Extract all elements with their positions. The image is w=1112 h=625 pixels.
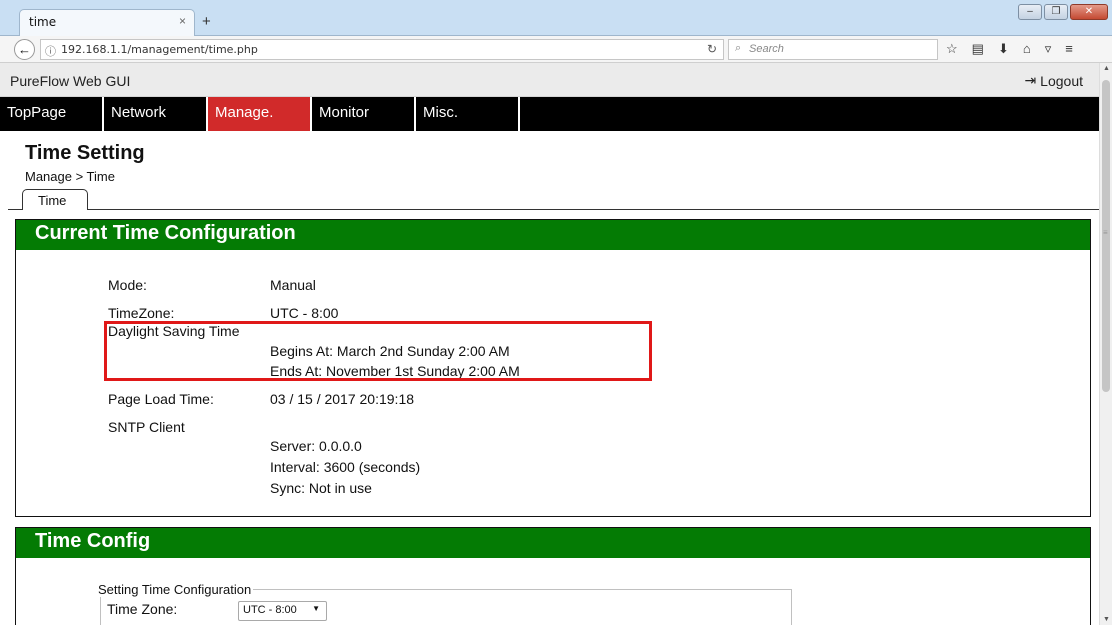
pocket-icon[interactable]: ▿ [1045,41,1052,57]
scroll-grip-icon: ≡ [1103,228,1108,237]
close-tab-icon[interactable]: × [179,14,186,28]
pageload-label: Page Load Time: [108,391,214,407]
menu-icon[interactable]: ≡ [1065,41,1073,57]
breadcrumb: Manage > Time [25,169,115,184]
tab-title: time [29,15,57,29]
info-icon[interactable]: ⓘ [45,43,56,59]
menu-item-network[interactable]: Network [104,97,208,131]
browser-titlebar: time × + – ❐ ✕ [0,0,1112,36]
app-header: PureFlow Web GUI ⇥ Logout [0,63,1099,97]
menu-item-misc[interactable]: Misc. [416,97,520,131]
time-config-panel: Time Config Setting Time Configuration T… [15,527,1091,625]
browser-tab[interactable]: time × [19,9,195,36]
maximize-button[interactable]: ❐ [1044,4,1068,20]
browser-navbar: ← ⓘ 192.168.1.1/management/time.php ↻ ⌕ … [0,36,1112,63]
logout-label: Logout [1040,72,1083,89]
url-text: 192.168.1.1/management/time.php [61,43,258,56]
sntp-server: Server: 0.0.0.0 [270,438,362,454]
tab-time[interactable]: Time [22,189,88,210]
close-window-button[interactable]: ✕ [1070,4,1108,20]
page-scrollbar[interactable]: ▲ ≡ ▼ [1099,63,1112,625]
menu-item-monitor[interactable]: Monitor [312,97,416,131]
scroll-up-icon[interactable]: ▲ [1103,65,1110,72]
logout-link[interactable]: ⇥ Logout [1024,72,1083,89]
timezone-select-value: UTC - 8:00 [243,604,297,616]
pageload-value: 03 / 15 / 2017 20:19:18 [270,391,415,407]
timezone-value: UTC - 8:00 [270,305,339,321]
current-time-panel: Current Time Configuration Mode: Manual … [15,219,1091,517]
menu-item-manage[interactable]: Manage. [208,97,312,131]
page-title: Time Setting [25,142,145,164]
search-placeholder: Search [749,43,784,55]
panel-header: Current Time Configuration [16,220,1090,250]
back-arrow-icon[interactable]: ← [14,39,35,60]
mode-value: Manual [270,277,316,293]
scroll-down-icon[interactable]: ▼ [1103,616,1110,623]
app-title: PureFlow Web GUI [10,73,131,89]
chevron-down-icon: ▼ [312,604,320,613]
dst-highlight-box [104,321,652,381]
reading-list-icon[interactable]: ▤ [972,41,984,57]
timezone-select[interactable]: UTC - 8:00 ▼ [238,601,327,621]
search-input[interactable]: ⌕ Search [728,39,938,60]
minimize-button[interactable]: – [1018,4,1042,20]
download-icon[interactable]: ⬇ [998,41,1009,57]
reload-icon[interactable]: ↻ [707,42,717,56]
timezone-field-label: Time Zone: [107,601,178,617]
panel-header: Time Config [16,528,1090,558]
sntp-label: SNTP Client [108,419,185,435]
home-icon[interactable]: ⌂ [1023,41,1031,57]
menu-item-toppage[interactable]: TopPage [0,97,104,131]
sntp-sync: Sync: Not in use [270,480,372,496]
window-controls: – ❐ ✕ [1018,4,1108,20]
subtab-divider [8,209,1099,210]
page-viewport: PureFlow Web GUI ⇥ Logout TopPage Networ… [0,63,1112,625]
logout-icon: ⇥ [1024,72,1037,88]
sntp-interval: Interval: 3600 (seconds) [270,459,421,475]
fieldset-legend: Setting Time Configuration [98,582,254,597]
timezone-label: TimeZone: [108,305,175,321]
new-tab-button[interactable]: + [202,13,211,30]
main-menu: TopPage Network Manage. Monitor Misc. [0,97,1099,131]
url-bar[interactable]: ⓘ 192.168.1.1/management/time.php ↻ [40,39,724,60]
toolbar-icons: ☆ ▤ ⬇ ⌂ ▿ ≡ [946,41,1073,57]
bookmark-star-icon[interactable]: ☆ [946,41,958,57]
mode-label: Mode: [108,277,147,293]
search-icon: ⌕ [735,42,742,54]
